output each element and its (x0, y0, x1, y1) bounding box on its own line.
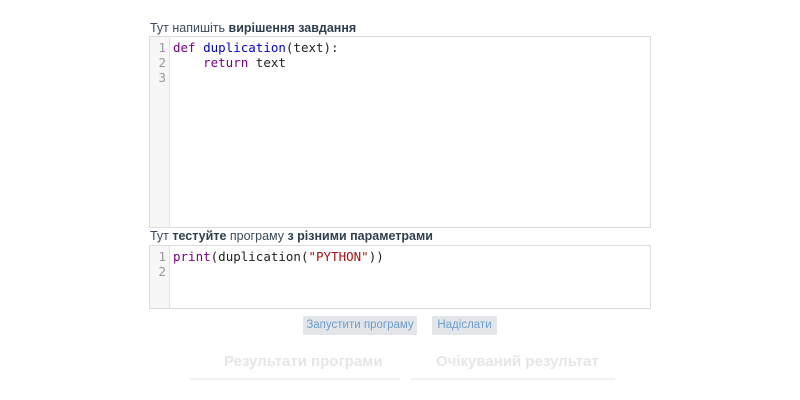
line-number: 2 (158, 55, 166, 70)
code-line[interactable]: def duplication(text): (173, 40, 339, 55)
solution-code-editor[interactable]: 1 2 3 def duplication(text): return text (149, 36, 651, 228)
test-code-editor[interactable]: 1 2 print(duplication("PYTHON")) (149, 245, 651, 309)
expected-result-heading: Очікуваний результат (436, 353, 599, 370)
code-text: )) (368, 249, 384, 264)
code-string: "PYTHON" (308, 249, 369, 264)
code-keyword: return (203, 55, 249, 70)
results-divider (410, 378, 615, 380)
test-label-mid: програму (226, 229, 288, 243)
code-line[interactable]: print(duplication("PYTHON")) (173, 249, 384, 264)
submit-button[interactable]: Надіслати (432, 316, 497, 335)
line-number: 3 (158, 70, 166, 85)
task-page: Тут напишіть вирішення завдання 1 2 3 de… (0, 0, 800, 400)
code-function-name: duplication (203, 40, 286, 55)
line-number: 2 (158, 264, 166, 279)
solution-label-prefix: Тут напишіть (150, 21, 229, 35)
code-builtin: print (173, 249, 211, 264)
test-editor-gutter: 1 2 (150, 246, 170, 308)
code-text: (duplication( (210, 249, 309, 264)
line-number: 1 (158, 40, 166, 55)
test-label-bold1: тестуйте (172, 229, 227, 243)
test-label-prefix: Тут (150, 229, 173, 243)
solution-editor-gutter: 1 2 3 (150, 37, 170, 227)
test-label: Тут тестуйте програму з різними параметр… (150, 229, 433, 243)
code-keyword: def (173, 40, 196, 55)
code-text: text (248, 55, 286, 70)
line-number: 1 (158, 249, 166, 264)
results-divider (190, 378, 400, 380)
run-program-button[interactable]: Запустити програму (303, 316, 417, 335)
code-line[interactable]: return text (173, 55, 286, 70)
program-results-heading: Результати програми (224, 353, 383, 370)
code-text: (text): (285, 40, 339, 55)
solution-label-bold: вирішення завдання (228, 21, 357, 35)
solution-label: Тут напишіть вирішення завдання (150, 21, 356, 35)
test-label-bold2: з різними параметрами (287, 229, 433, 243)
